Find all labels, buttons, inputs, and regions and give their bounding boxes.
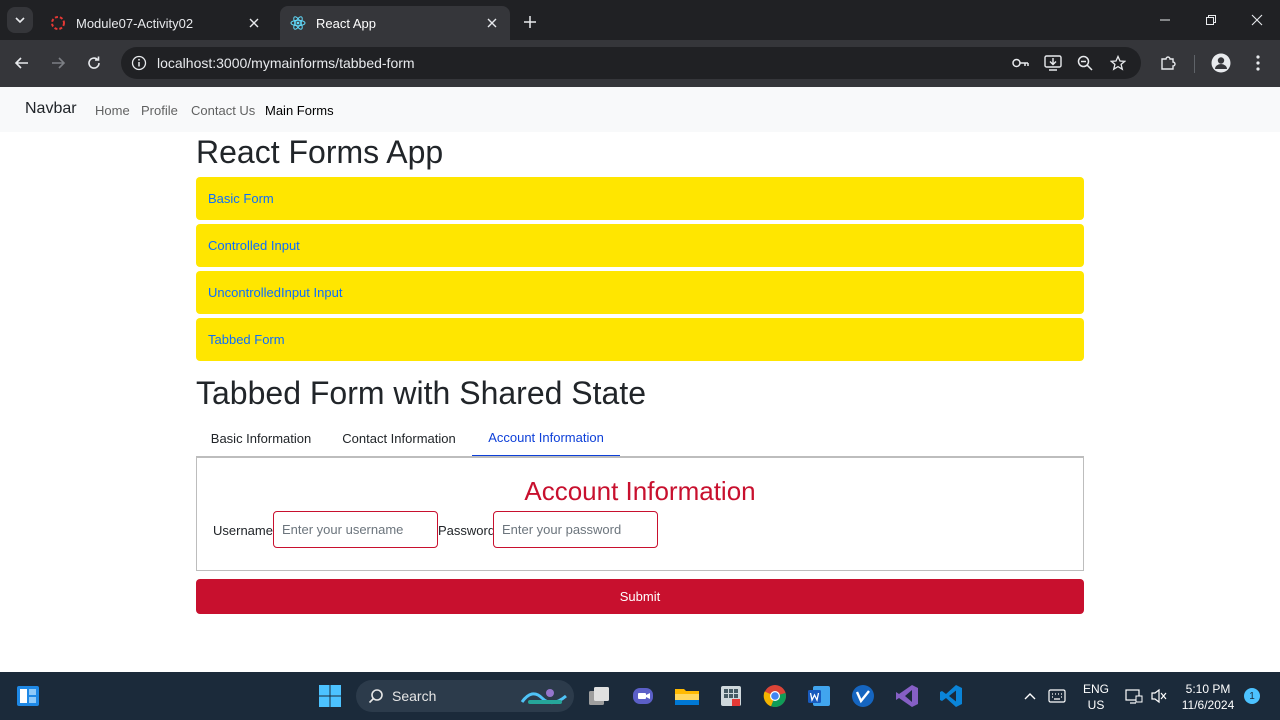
notification-badge[interactable]: 1 (1244, 688, 1260, 704)
close-window-button[interactable] (1234, 0, 1280, 40)
nav-link-main-forms[interactable]: Main Forms (265, 103, 334, 118)
page-title: React Forms App (196, 134, 444, 170)
search-icon (368, 689, 383, 704)
form-link-uncontrolled-input[interactable]: UncontrolledInput Input (196, 271, 1084, 314)
loading-favicon-icon (50, 15, 66, 31)
calculator-app-icon[interactable] (715, 680, 747, 712)
tab-title: Module07-Activity02 (76, 15, 194, 31)
vscode-app-icon[interactable] (935, 680, 967, 712)
arrow-right-icon (52, 57, 66, 69)
word-app-icon[interactable] (803, 680, 835, 712)
close-icon (1251, 14, 1263, 26)
site-info-icon[interactable] (129, 53, 149, 73)
restore-window-button[interactable] (1188, 0, 1234, 40)
more-vertical-icon (1256, 55, 1260, 71)
tab-contact-information[interactable]: Contact Information (326, 420, 472, 456)
bookmark-star-icon[interactable] (1107, 53, 1129, 73)
nav-link-profile[interactable]: Profile (141, 103, 178, 118)
account-information-panel: Account Information Username: Password: (196, 456, 1084, 571)
plus-icon (524, 16, 536, 28)
language-indicator[interactable]: ENG (1080, 682, 1112, 696)
search-highlight-icon (520, 689, 567, 704)
zoom-icon[interactable] (1074, 53, 1096, 73)
volume-muted-icon[interactable] (1143, 680, 1175, 712)
nav-link-home[interactable]: Home (95, 103, 130, 118)
form-link-label[interactable]: Basic Form (208, 191, 274, 206)
keyboard-icon[interactable] (1041, 680, 1073, 712)
arrow-left-icon (14, 57, 28, 69)
new-tab-button[interactable] (518, 10, 542, 34)
region-indicator[interactable]: US (1080, 698, 1112, 712)
tab-account-information[interactable]: Account Information (472, 420, 620, 456)
form-link-basic-form[interactable]: Basic Form (196, 177, 1084, 220)
browser-tab-module07[interactable]: Module07-Activity02 (40, 6, 272, 40)
password-input[interactable] (493, 511, 658, 548)
address-bar[interactable]: localhost:3000/mymainforms/tabbed-form (121, 47, 1141, 79)
username-label: Username: (213, 523, 277, 538)
password-label: Password: (438, 523, 499, 538)
password-key-icon[interactable] (1010, 53, 1032, 73)
reload-button[interactable] (82, 51, 106, 75)
restore-icon (1206, 15, 1216, 25)
browser-toolbar: localhost:3000/mymainforms/tabbed-form (0, 40, 1280, 87)
chevron-down-icon (15, 17, 25, 24)
username-input[interactable] (273, 511, 438, 548)
tab-basic-information[interactable]: Basic Information (196, 420, 326, 456)
nav-link-contact-us[interactable]: Contact Us (191, 103, 255, 118)
url-text: localhost:3000/mymainforms/tabbed-form (157, 55, 415, 71)
windows-start-icon[interactable] (314, 680, 346, 712)
task-view-icon[interactable] (583, 680, 615, 712)
teams-chat-icon[interactable] (627, 680, 659, 712)
visual-studio-icon[interactable] (891, 680, 923, 712)
extensions-button[interactable] (1156, 51, 1180, 75)
widgets-icon[interactable] (12, 680, 44, 712)
react-favicon-icon (290, 15, 306, 31)
forward-button[interactable] (46, 51, 70, 75)
navbar-brand[interactable]: Navbar (25, 100, 77, 118)
clock-date[interactable]: 11/6/2024 (1176, 698, 1240, 712)
taskbar-search-box[interactable]: Search (356, 680, 574, 712)
reload-icon (88, 56, 100, 69)
browser-tab-bar: Module07-Activity02 React App (0, 0, 1280, 40)
install-app-icon[interactable] (1042, 53, 1064, 73)
chrome-app-icon[interactable] (759, 680, 791, 712)
form-link-controlled-input[interactable]: Controlled Input (196, 224, 1084, 267)
tab-search-button[interactable] (7, 7, 33, 33)
form-link-label[interactable]: UncontrolledInput Input (208, 285, 342, 300)
close-tab-icon[interactable] (246, 15, 262, 31)
windows-taskbar: Search ENG US 5:10 PM 11/6/2024 1 (0, 672, 1280, 720)
form-link-tabbed-form[interactable]: Tabbed Form (196, 318, 1084, 361)
section-title: Tabbed Form with Shared State (196, 375, 647, 411)
toolbar-divider (1194, 55, 1195, 73)
back-button[interactable] (10, 51, 34, 75)
vimeo-app-icon[interactable] (847, 680, 879, 712)
submit-button[interactable]: Submit (196, 579, 1084, 614)
minimize-icon (1160, 19, 1170, 21)
form-link-label[interactable]: Tabbed Form (208, 332, 285, 347)
chrome-menu-button[interactable] (1246, 51, 1270, 75)
panel-heading: Account Information (524, 476, 756, 506)
profile-button[interactable] (1209, 51, 1233, 75)
minimize-window-button[interactable] (1142, 0, 1188, 40)
file-explorer-icon[interactable] (671, 680, 703, 712)
site-navbar: Navbar Home Profile Contact Us Main Form… (0, 87, 1280, 132)
profile-avatar-icon (1211, 53, 1231, 73)
browser-tab-react-app[interactable]: React App (280, 6, 510, 40)
form-link-label[interactable]: Controlled Input (208, 238, 300, 253)
taskbar-search-label: Search (392, 688, 437, 704)
close-tab-icon[interactable] (484, 15, 500, 31)
puzzle-icon (1161, 56, 1176, 70)
tab-title: React App (316, 15, 376, 31)
clock-time[interactable]: 5:10 PM (1176, 682, 1240, 696)
chevron-up-icon (1024, 693, 1036, 700)
